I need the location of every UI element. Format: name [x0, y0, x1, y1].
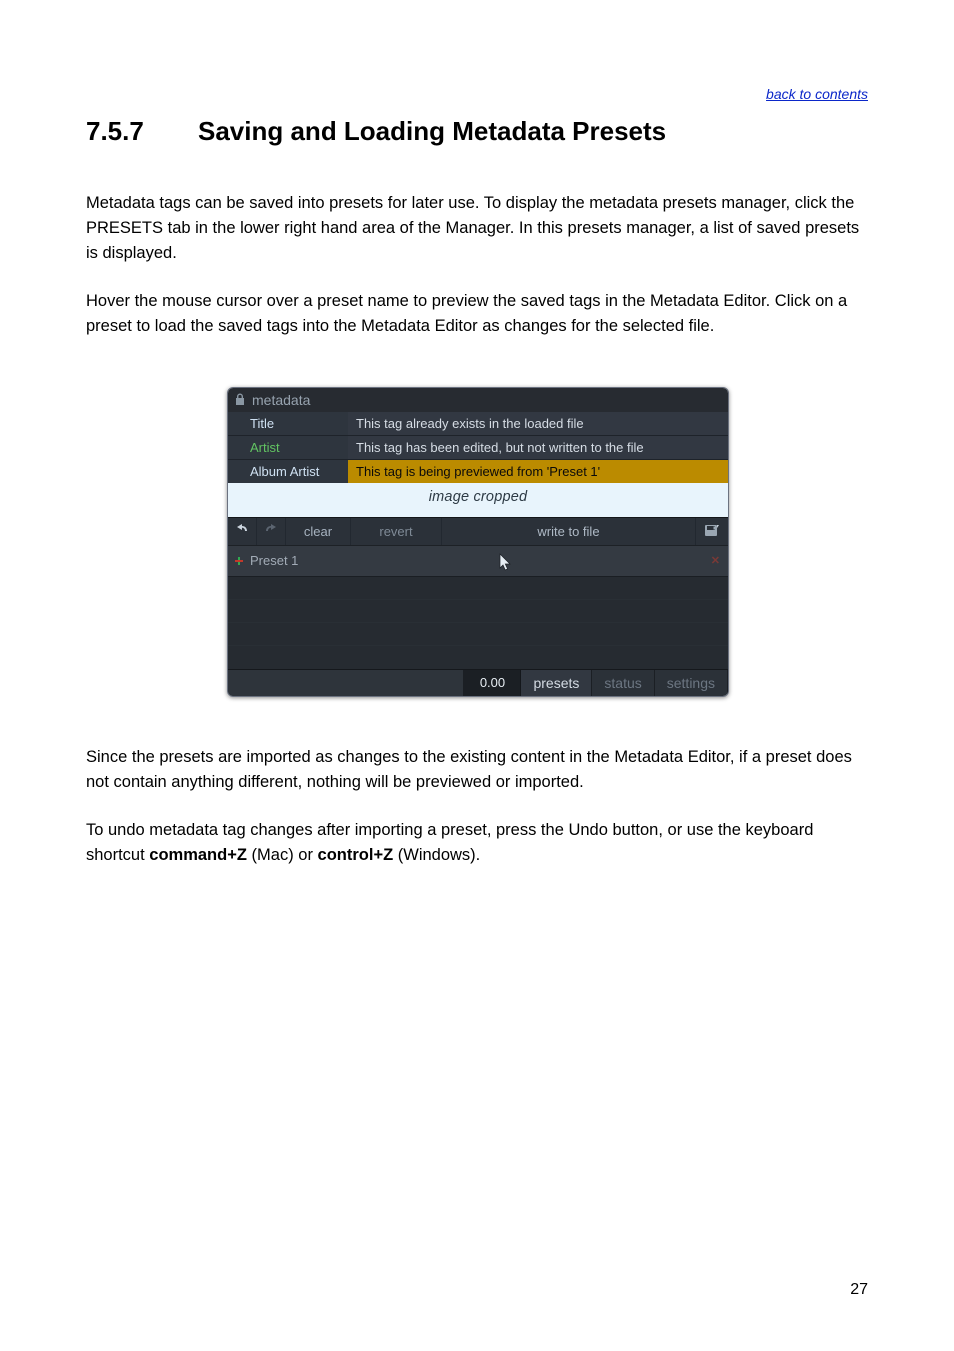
- tag-label-artist: Artist: [228, 436, 348, 459]
- redo-icon: [263, 524, 279, 539]
- metadata-tag-table: Title This tag already exists in the loa…: [228, 412, 728, 483]
- tag-value-title[interactable]: This tag already exists in the loaded fi…: [348, 412, 728, 435]
- paragraph-1: Metadata tags can be saved into presets …: [86, 191, 868, 265]
- page-number: 27: [850, 1281, 868, 1299]
- window-titlebar: metadata: [228, 388, 728, 412]
- tag-row-artist: Artist This tag has been edited, but not…: [228, 435, 728, 459]
- section-number: 7.5.7: [86, 116, 198, 147]
- paragraph-4: To undo metadata tag changes after impor…: [86, 818, 868, 868]
- tag-value-album-artist[interactable]: This tag is being previewed from 'Preset…: [348, 460, 728, 483]
- floppy-disk-icon: [704, 523, 720, 540]
- tag-label-title: Title: [228, 412, 348, 435]
- section-title: Saving and Loading Metadata Presets: [198, 116, 666, 147]
- paragraph-4b: (Mac) or: [247, 846, 318, 864]
- metadata-toolbar: clear revert write to file: [228, 517, 728, 545]
- tab-settings[interactable]: settings: [655, 670, 728, 696]
- redo-button[interactable]: [257, 518, 286, 545]
- preset-list: Preset 1 ✕: [228, 545, 728, 669]
- mouse-cursor-icon: [298, 549, 710, 573]
- preset-empty-area: [228, 576, 728, 669]
- bottom-bar: 0.00 presets status settings: [228, 669, 728, 696]
- tag-value-artist[interactable]: This tag has been edited, but not writte…: [348, 436, 728, 459]
- app-screenshot: metadata Title This tag already exists i…: [227, 387, 729, 697]
- time-display: 0.00: [464, 670, 521, 696]
- tag-row-album-artist: Album Artist This tag is being previewed…: [228, 459, 728, 483]
- revert-button[interactable]: revert: [351, 518, 442, 545]
- back-to-contents-link[interactable]: back to contents: [86, 86, 868, 102]
- paragraph-4c: (Windows).: [393, 846, 480, 864]
- shortcut-mac: command+Z: [149, 846, 247, 864]
- tab-presets[interactable]: presets: [521, 670, 592, 696]
- image-cropped-note: image cropped: [228, 483, 728, 517]
- preset-name: Preset 1: [248, 553, 298, 568]
- save-icon-button[interactable]: [696, 518, 728, 545]
- section-heading: 7.5.7 Saving and Loading Metadata Preset…: [86, 116, 868, 147]
- tab-status[interactable]: status: [592, 670, 654, 696]
- tag-row-title: Title This tag already exists in the loa…: [228, 412, 728, 435]
- lock-icon: [234, 393, 246, 406]
- preset-close-icon[interactable]: ✕: [711, 554, 722, 567]
- undo-icon: [234, 524, 250, 539]
- preset-row[interactable]: Preset 1 ✕: [228, 545, 728, 576]
- undo-button[interactable]: [228, 518, 257, 545]
- tag-label-album-artist: Album Artist: [228, 460, 348, 483]
- clear-button[interactable]: clear: [286, 518, 351, 545]
- paragraph-2: Hover the mouse cursor over a preset nam…: [86, 289, 868, 339]
- write-to-file-button[interactable]: write to file: [442, 518, 696, 545]
- bottom-bar-spacer: [228, 670, 464, 696]
- paragraph-3: Since the presets are imported as change…: [86, 745, 868, 795]
- plus-icon: [230, 555, 248, 567]
- shortcut-win: control+Z: [318, 846, 394, 864]
- window-title: metadata: [252, 392, 310, 408]
